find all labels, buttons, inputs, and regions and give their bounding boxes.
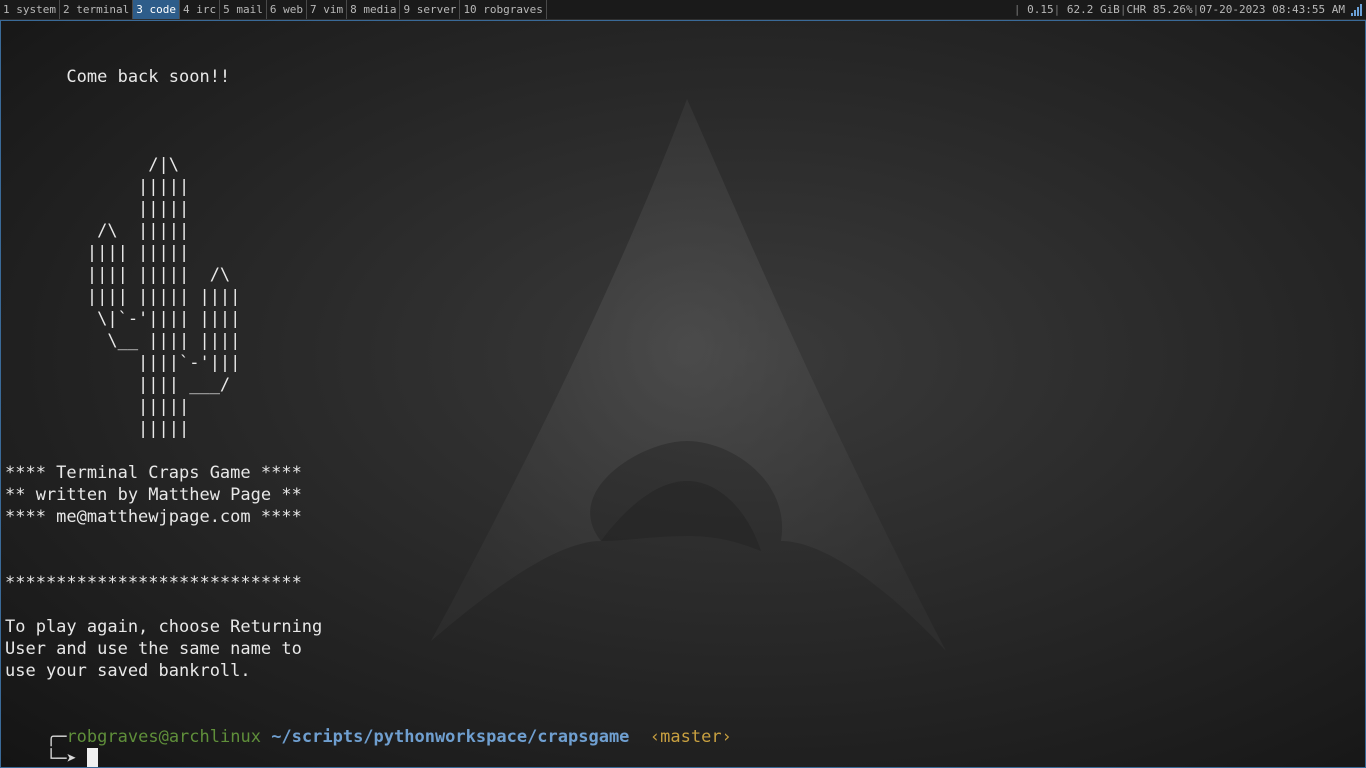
battery-status: CHR 85.26% [1126, 3, 1193, 16]
status-separator: | [1119, 3, 1127, 16]
terminal-line: |||| ___/ [5, 375, 231, 395]
status-separator: | [1053, 3, 1067, 16]
workspace-tag[interactable]: 7 vim [307, 0, 348, 19]
workspace-tags: 1 system 2 terminal 3 code 4 irc 5 mail 6 web… [0, 0, 547, 19]
prompt-line: ╭─robgraves@archlinux ~/scripts/pythonwo… [5, 704, 732, 767]
terminal-line: ||||| [5, 177, 190, 197]
terminal-line: To play again, choose Returning [5, 617, 323, 637]
workspace-tag[interactable]: 10 robgraves [460, 0, 547, 19]
workspace-tag[interactable]: 5 mail [220, 0, 267, 19]
terminal-line: \|`-'|||| |||| [5, 309, 241, 329]
terminal-line: Come back soon!! [5, 67, 231, 87]
terminal-line: ||||| [5, 419, 190, 439]
prompt-path: ~/scripts/pythonworkspace/crapsgame [271, 727, 630, 747]
memory-usage: 62.2 GiB [1066, 3, 1120, 16]
terminal-line: |||| ||||| /\ [5, 265, 231, 285]
terminal-line: ||||| [5, 397, 190, 417]
prompt-branch: ‹master› [649, 727, 732, 747]
terminal-line: User and use the same name to [5, 639, 302, 659]
terminal-line: |||| ||||| |||| [5, 287, 241, 307]
system-status: | 0.15 | 62.2 GiB | CHR 85.26% | 07-20-2… [1014, 0, 1362, 19]
terminal-line: ||||`-'||| [5, 353, 241, 373]
prompt-arrow: └─➤ [45, 749, 77, 768]
terminal-line: |||| ||||| [5, 243, 190, 263]
workspace-tag[interactable]: 4 irc [180, 0, 221, 19]
input-line[interactable]: └─➤ [5, 726, 98, 768]
workspace-tag[interactable]: 2 terminal [60, 0, 134, 19]
workspace-tag[interactable]: 1 system [0, 0, 60, 19]
top-status-bar: 1 system 2 terminal 3 code 4 irc 5 mail 6 web… [0, 0, 1366, 20]
text-cursor [86, 748, 98, 767]
terminal-line: /|\ [5, 155, 179, 175]
terminal-line: \__ |||| |||| [5, 331, 241, 351]
load-average: 0.15 [1027, 3, 1054, 16]
terminal-window[interactable]: Come back soon!! /|\ ||||| ||||| /\ ||||… [0, 20, 1366, 768]
workspace-tag[interactable]: 9 server [400, 0, 461, 19]
workspace-tag[interactable]: 3 code [133, 0, 180, 19]
clock: 07-20-2023 08:43:55 AM [1199, 3, 1345, 16]
terminal-line: **** me@matthewjpage.com **** [5, 507, 302, 527]
terminal-line: ||||| [5, 199, 190, 219]
terminal-line: ** written by Matthew Page ** [5, 485, 302, 505]
status-separator: | [1192, 3, 1200, 16]
status-separator: | [1013, 3, 1028, 16]
prompt-host: archlinux [168, 727, 261, 747]
workspace-tag[interactable]: 6 web [267, 0, 307, 19]
terminal-line: /\ ||||| [5, 221, 190, 241]
signal-bars-icon [1351, 3, 1362, 16]
terminal-line: use your saved bankroll. [5, 661, 251, 681]
terminal-line: ***************************** [5, 573, 302, 593]
terminal-line: **** Terminal Craps Game **** [5, 463, 302, 483]
prompt-at: @ [158, 727, 169, 747]
workspace-tag[interactable]: 8 media [347, 0, 401, 19]
